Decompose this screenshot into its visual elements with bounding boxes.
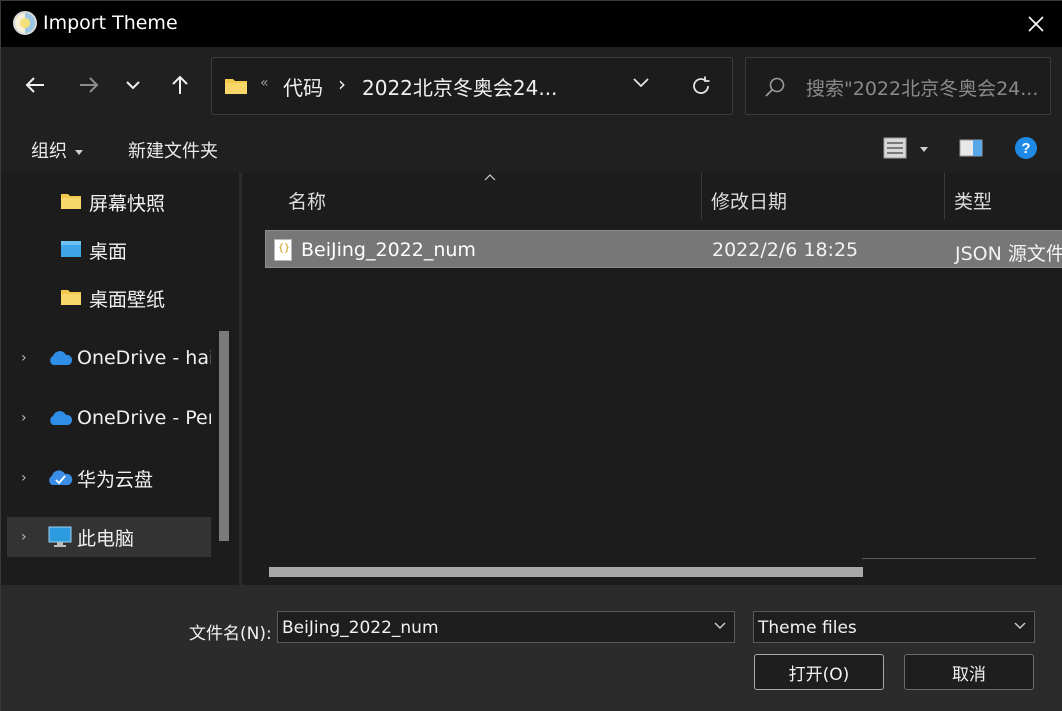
- cancel-button[interactable]: 取消: [904, 654, 1034, 690]
- filename-value[interactable]: BeiJing_2022_num: [282, 618, 439, 638]
- title-bar: Import Theme: [1, 1, 1062, 47]
- filename-label: 文件名(N):: [189, 624, 272, 644]
- sidebar-item-screenshots[interactable]: 屏幕快照: [7, 182, 211, 222]
- recent-locations-button[interactable]: [115, 65, 151, 105]
- refresh-icon[interactable]: [690, 75, 712, 97]
- address-bar[interactable]: « 代码 › 2022北京冬奥会24...: [211, 57, 733, 115]
- sidebar-item-huawei-cloud[interactable]: › 华为云盘: [7, 458, 211, 498]
- close-icon: [1028, 16, 1044, 32]
- folder-icon: [61, 290, 81, 305]
- sidebar-item-onedrive-personal[interactable]: › OneDrive - Per: [7, 398, 211, 438]
- preview-pane-icon: [959, 139, 983, 157]
- svg-text:?: ?: [1021, 140, 1030, 157]
- chevron-down-icon[interactable]: [714, 620, 726, 630]
- scrollbar-track: [862, 558, 1036, 559]
- help-icon: ?: [1015, 137, 1037, 159]
- chevron-right-icon[interactable]: ›: [21, 410, 27, 426]
- chevron-right-icon[interactable]: ›: [21, 529, 27, 545]
- file-name: BeiJing_2022_num: [301, 239, 476, 261]
- import-theme-dialog: Import Theme « 代码 › 2022北京冬奥会24... 搜索"20…: [0, 0, 1062, 711]
- file-type: JSON 源文件: [955, 243, 1062, 265]
- command-bar: 组织 新建文件夹 ?: [1, 125, 1062, 173]
- up-button[interactable]: [162, 65, 198, 105]
- view-dropdown-icon[interactable]: [920, 147, 928, 152]
- file-type-select[interactable]: Theme files: [753, 611, 1035, 643]
- close-button[interactable]: [1009, 1, 1062, 47]
- open-button[interactable]: 打开(O): [754, 654, 884, 690]
- breadcrumb-item[interactable]: 2022北京冬奥会24...: [362, 72, 557, 101]
- file-date: 2022/2/6 18:25: [712, 239, 859, 261]
- chevron-down-icon: [126, 81, 140, 90]
- organize-menu[interactable]: 组织: [31, 137, 83, 163]
- computer-icon: [48, 526, 72, 547]
- sidebar-item-label: 华为云盘: [77, 468, 154, 491]
- chevron-right-icon[interactable]: ›: [21, 470, 27, 486]
- sidebar-item-label: OneDrive - Per: [77, 407, 211, 429]
- column-header-date[interactable]: 修改日期: [711, 187, 787, 214]
- help-button[interactable]: ?: [1014, 136, 1038, 164]
- arrow-right-icon: [80, 77, 99, 93]
- folder-icon: [61, 194, 81, 209]
- sidebar-item-label: 桌面: [89, 240, 128, 263]
- arrow-up-icon: [172, 75, 188, 94]
- horizontal-scrollbar[interactable]: [269, 567, 863, 577]
- chevron-right-icon[interactable]: ›: [21, 350, 27, 366]
- onedrive-icon: [50, 411, 73, 425]
- back-button[interactable]: [17, 65, 53, 105]
- list-view-icon: [883, 137, 907, 159]
- app-icon: [13, 11, 37, 35]
- sidebar-item-this-pc[interactable]: › 此电脑: [7, 517, 211, 557]
- filename-combobox[interactable]: BeiJing_2022_num: [277, 611, 735, 643]
- column-header-type[interactable]: 类型: [954, 187, 992, 214]
- sidebar-item-label: OneDrive - hai: [77, 347, 211, 369]
- new-folder-button[interactable]: 新建文件夹: [128, 137, 218, 163]
- sidebar-item-onedrive-hai[interactable]: › OneDrive - hai: [7, 338, 211, 378]
- forward-button[interactable]: [71, 65, 107, 105]
- dialog-footer: 文件名(N): BeiJing_2022_num Theme files 打开(…: [1, 585, 1062, 711]
- file-row[interactable]: BeiJing_2022_num 2022/2/6 18:25 JSON 源文件: [265, 230, 1062, 268]
- onedrive-icon: [50, 351, 73, 365]
- arrow-left-icon: [25, 77, 44, 93]
- sidebar-item-label: 此电脑: [77, 527, 135, 550]
- sidebar-item-wallpapers[interactable]: 桌面壁纸: [7, 278, 211, 318]
- search-placeholder: 搜索"2022北京冬奥会24...: [806, 78, 1039, 100]
- search-box[interactable]: 搜索"2022北京冬奥会24...: [745, 57, 1051, 115]
- json-file-icon: [274, 239, 292, 261]
- column-divider[interactable]: [701, 173, 702, 219]
- huawei-cloud-icon: [49, 470, 73, 485]
- navigation-bar: « 代码 › 2022北京冬奥会24... 搜索"2022北京冬奥会24...: [1, 47, 1062, 125]
- sort-ascending-icon: [484, 174, 496, 181]
- navigation-pane: 屏幕快照 桌面 桌面壁纸 › OneDrive - hai › OneDrive…: [1, 173, 239, 585]
- view-options-button[interactable]: [883, 137, 907, 163]
- folder-icon: [225, 79, 247, 94]
- sidebar-item-label: 桌面壁纸: [89, 288, 166, 311]
- sidebar-item-desktop[interactable]: 桌面: [7, 230, 211, 270]
- caret-down-icon: [75, 149, 83, 155]
- chevron-down-icon: [1014, 622, 1026, 629]
- sidebar-item-label: 屏幕快照: [89, 192, 166, 215]
- file-list: 名称 修改日期 类型 BeiJing_2022_num 2022/2/6 18:…: [242, 173, 1062, 585]
- column-divider[interactable]: [944, 173, 945, 219]
- desktop-icon: [61, 241, 81, 257]
- window-title: Import Theme: [43, 12, 178, 34]
- breadcrumb-item[interactable]: 代码: [283, 72, 323, 101]
- preview-pane-button[interactable]: [959, 139, 983, 161]
- file-type-value: Theme files: [758, 618, 857, 638]
- organize-label: 组织: [31, 141, 67, 162]
- navigation-scrollbar[interactable]: [219, 331, 229, 541]
- breadcrumb-overflow[interactable]: «: [260, 75, 269, 91]
- breadcrumb-separator[interactable]: ›: [338, 72, 346, 96]
- column-header-name[interactable]: 名称: [288, 187, 326, 214]
- search-icon: [765, 77, 785, 97]
- address-history-dropdown[interactable]: [632, 76, 650, 88]
